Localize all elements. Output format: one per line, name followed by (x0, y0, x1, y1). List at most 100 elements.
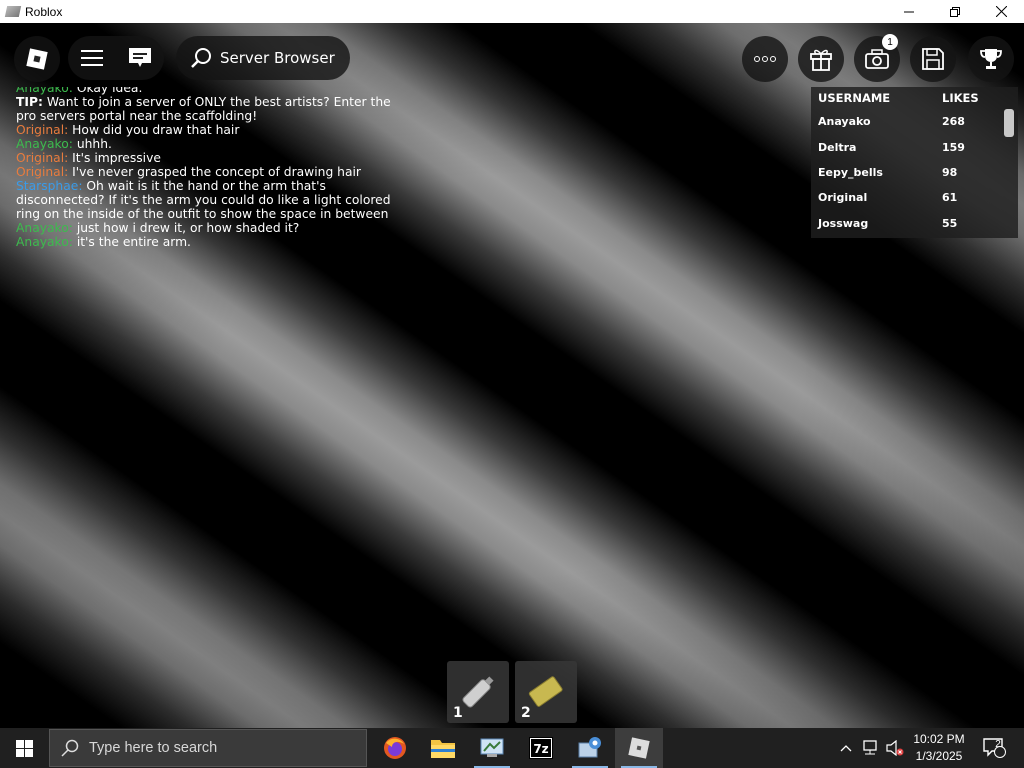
taskbar-firefox[interactable] (371, 728, 419, 768)
chat-text: just how i drew it, or how shaded it? (72, 221, 300, 235)
chat-message: Original: How did you draw that hair (16, 123, 406, 137)
gift-button[interactable] (798, 36, 844, 82)
start-button[interactable] (0, 728, 48, 768)
taskbar-search-box[interactable]: Type here to search (49, 729, 367, 767)
hamburger-menu-button[interactable] (72, 38, 112, 78)
leaderboard-panel[interactable]: USERNAME LIKES Anayako 268 Deltra 159 Ee… (811, 87, 1018, 238)
leaderboard-row[interactable]: Eepy_bells 98 (811, 160, 1018, 185)
chat-message: Anayako: just how i drew it, or how shad… (16, 221, 406, 235)
chevron-up-icon (840, 745, 852, 752)
close-button[interactable] (978, 0, 1024, 23)
leaderboard-row[interactable]: Deltra 159 (811, 134, 1018, 159)
leaderboard-scrollbar[interactable] (1004, 109, 1014, 137)
leaderboard-likes: 55 (942, 216, 958, 230)
gift-icon (810, 49, 832, 71)
7zip-icon: 7z (529, 737, 553, 759)
clock-time: 10:02 PM (913, 732, 965, 746)
minimize-button[interactable] (886, 0, 932, 23)
chat-text: Okay idea. (72, 87, 143, 95)
chat-speaker: Original: (16, 123, 69, 137)
network-icon (863, 740, 877, 755)
leaderboard-likes: 98 (942, 165, 958, 179)
leaderboard-username: Deltra (818, 140, 857, 154)
window-title: Roblox (25, 4, 63, 19)
chat-message: Anayako: uhhh. (16, 137, 406, 151)
chat-speaker: Original: (16, 151, 69, 165)
leaderboard-username: Anayako (818, 115, 871, 129)
chat-speaker: Starsphae: (16, 179, 83, 193)
window-title-bar: Roblox (0, 0, 1024, 23)
camera-icon (865, 49, 889, 69)
leaderboard-likes: 159 (942, 140, 965, 154)
clock-date: 1/3/2025 (915, 749, 963, 763)
chat-speaker: Anayako: (16, 221, 73, 235)
roblox-icon (628, 737, 650, 759)
show-hidden-icons-button[interactable] (836, 728, 856, 768)
chat-text: I've never grasped the concept of drawin… (68, 165, 361, 179)
chat-text: uhhh. (72, 137, 112, 151)
roblox-menu-button[interactable] (14, 36, 60, 82)
search-icon (61, 739, 79, 757)
firefox-icon (384, 737, 406, 759)
leaderboard-trophy-button[interactable] (968, 36, 1014, 82)
hotbar-slot-1[interactable]: 1 (447, 661, 509, 723)
hotbar-slot-number: 1 (453, 705, 463, 721)
trophy-icon (980, 49, 1002, 69)
hotbar-slot-2[interactable]: 2 (515, 661, 577, 723)
likes-column-header: LIKES (942, 91, 979, 105)
roblox-app-icon (4, 6, 22, 17)
leaderboard-likes: 268 (942, 115, 965, 129)
chat-speaker: Anayako: (16, 235, 73, 249)
system-clock[interactable]: 10:02 PM 1/3/2025 (905, 731, 973, 765)
server-browser-label: Server Browser (220, 49, 335, 67)
camera-button[interactable]: 1 (854, 34, 900, 82)
tool-hotbar: 1 2 (447, 661, 577, 723)
hotbar-slot-number: 2 (521, 705, 531, 721)
network-button[interactable] (858, 728, 882, 768)
leaderboard-row[interactable]: Josswag 55 (811, 211, 1018, 236)
more-options-button[interactable] (742, 36, 788, 82)
restore-button[interactable] (932, 0, 978, 23)
chat-text: it's the entire arm. (72, 235, 191, 249)
leaderboard-username: Original (818, 191, 868, 205)
action-center-button[interactable]: 2 (978, 728, 1010, 768)
windows-logo-icon (15, 739, 33, 757)
minimize-icon (904, 11, 914, 12)
windows-taskbar: Type here to search 7z 10:02 PM 1/3/2025… (0, 728, 1024, 768)
taskbar-system-settings[interactable] (566, 728, 614, 768)
svg-text:7z: 7z (533, 742, 548, 756)
folder-icon (431, 740, 455, 758)
leaderboard-row[interactable]: Original 61 (811, 185, 1018, 210)
close-icon (995, 6, 1007, 17)
chat-text: How did you draw that hair (68, 123, 240, 137)
chat-window[interactable]: Anayako: Okay idea. TIP: Want to join a … (16, 87, 406, 257)
control-panel-icon (480, 738, 504, 757)
leaderboard-username: Eepy_bells (818, 165, 883, 179)
server-browser-button[interactable]: Server Browser (176, 36, 350, 80)
volume-button[interactable] (883, 728, 907, 768)
chat-speaker: Original: (16, 165, 69, 179)
search-icon (191, 48, 211, 68)
chat-message: Original: It's impressive (16, 151, 406, 165)
taskbar-control-panel[interactable] (468, 728, 516, 768)
speaker-muted-icon (886, 740, 904, 756)
leaderboard-username: Josswag (818, 216, 869, 230)
chat-speaker: Anayako: (16, 87, 73, 95)
save-disk-icon (922, 48, 944, 70)
chat-message: Anayako: Okay idea. (16, 87, 406, 95)
chat-toggle-button[interactable] (120, 38, 160, 78)
taskbar-7zip[interactable]: 7z (517, 728, 565, 768)
chat-message: Original: I've never grasped the concept… (16, 165, 406, 179)
save-button[interactable] (910, 36, 956, 82)
menu-chat-group (68, 36, 164, 80)
chat-tip-message: TIP: Want to join a server of ONLY the b… (16, 95, 406, 123)
taskbar-roblox[interactable] (615, 728, 663, 768)
game-viewport[interactable]: Server Browser 1 Anayako: Okay idea. TIP… (0, 23, 1024, 728)
notification-count: 2 (995, 739, 1001, 750)
taskbar-file-explorer[interactable] (419, 728, 467, 768)
leaderboard-row[interactable]: Anayako 268 (811, 109, 1018, 134)
chat-text: It's impressive (68, 151, 161, 165)
leaderboard-likes: 61 (942, 191, 958, 205)
chat-tip-label: TIP: (16, 95, 43, 109)
username-column-header: USERNAME (818, 91, 891, 105)
